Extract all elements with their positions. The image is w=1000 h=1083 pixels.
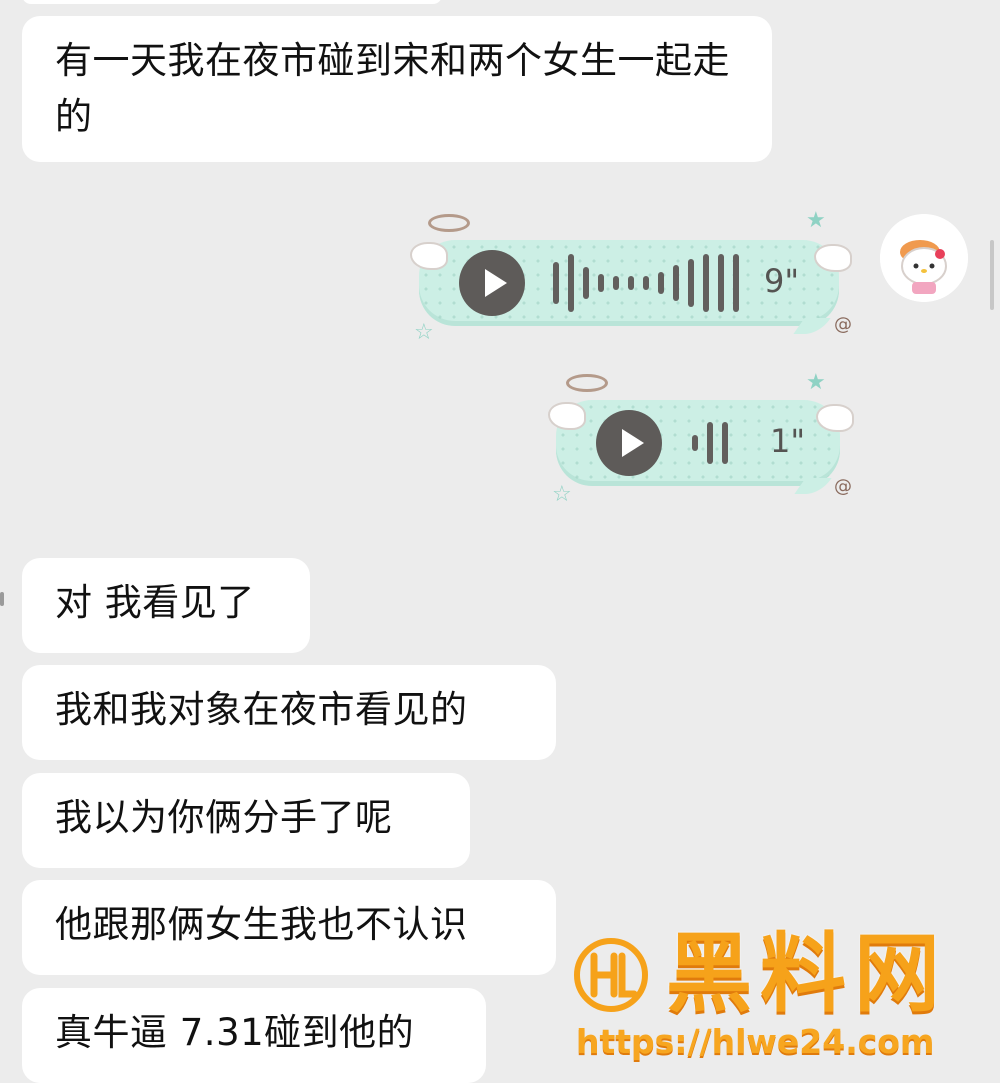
message-bubble-2[interactable]: 对 我看见了 <box>22 558 310 653</box>
angel-wing-icon <box>410 242 448 270</box>
message-text: 我以为你俩分手了呢 <box>55 796 393 839</box>
swirl-icon: @ <box>834 314 852 335</box>
message-text: 有一天我在夜市碰到宋和两个女生一起走的 <box>55 39 730 138</box>
watermark-url: https://hlwe24.com <box>576 1022 935 1061</box>
message-text: 他跟那俩女生我也不认识 <box>55 903 468 946</box>
star-icon: ★ <box>806 208 826 233</box>
star-icon: ☆ <box>552 482 572 507</box>
message-bubble-4[interactable]: 我以为你俩分手了呢 <box>22 773 470 868</box>
watermark: 黑料网 https://hlwe24.com <box>574 926 986 1070</box>
scroll-marker <box>0 592 4 606</box>
message-text: 真牛逼 7.31碰到他的 <box>55 1011 415 1054</box>
waveform-icon <box>692 412 728 474</box>
voice-duration: 1" <box>770 422 806 460</box>
star-icon: ★ <box>806 370 826 395</box>
halo-icon <box>428 214 470 232</box>
message-bubble-5[interactable]: 他跟那俩女生我也不认识 <box>22 880 556 975</box>
bubble-tail <box>794 478 832 494</box>
scrollbar[interactable] <box>990 240 994 310</box>
message-bubble-6[interactable]: 真牛逼 7.31碰到他的 <box>22 988 486 1083</box>
message-text: 我和我对象在夜市看见的 <box>55 688 468 731</box>
angel-wing-icon <box>548 402 586 430</box>
bubble-tail <box>793 318 831 334</box>
message-bubble-1[interactable]: 有一天我在夜市碰到宋和两个女生一起走的 <box>22 16 772 162</box>
message-bubble-3[interactable]: 我和我对象在夜市看见的 <box>22 665 556 760</box>
previous-message-bubble <box>22 0 442 4</box>
watermark-title: 黑料网 <box>666 924 948 1024</box>
angel-wing-icon <box>814 244 852 272</box>
swirl-icon: @ <box>834 476 852 497</box>
watermark-logo-icon <box>574 938 648 1012</box>
hello-kitty-avatar-icon <box>880 214 968 302</box>
voice-duration: 9" <box>764 262 800 300</box>
message-text: 对 我看见了 <box>55 581 255 624</box>
play-icon[interactable] <box>596 410 662 476</box>
halo-icon <box>566 374 608 392</box>
play-icon[interactable] <box>459 250 525 316</box>
angel-wing-icon <box>816 404 854 432</box>
user-avatar[interactable] <box>880 214 968 302</box>
voice-message-1[interactable]: 9" <box>419 240 839 334</box>
star-icon: ☆ <box>414 320 434 345</box>
waveform-icon <box>553 252 739 314</box>
voice-message-2[interactable]: 1" <box>556 400 840 494</box>
